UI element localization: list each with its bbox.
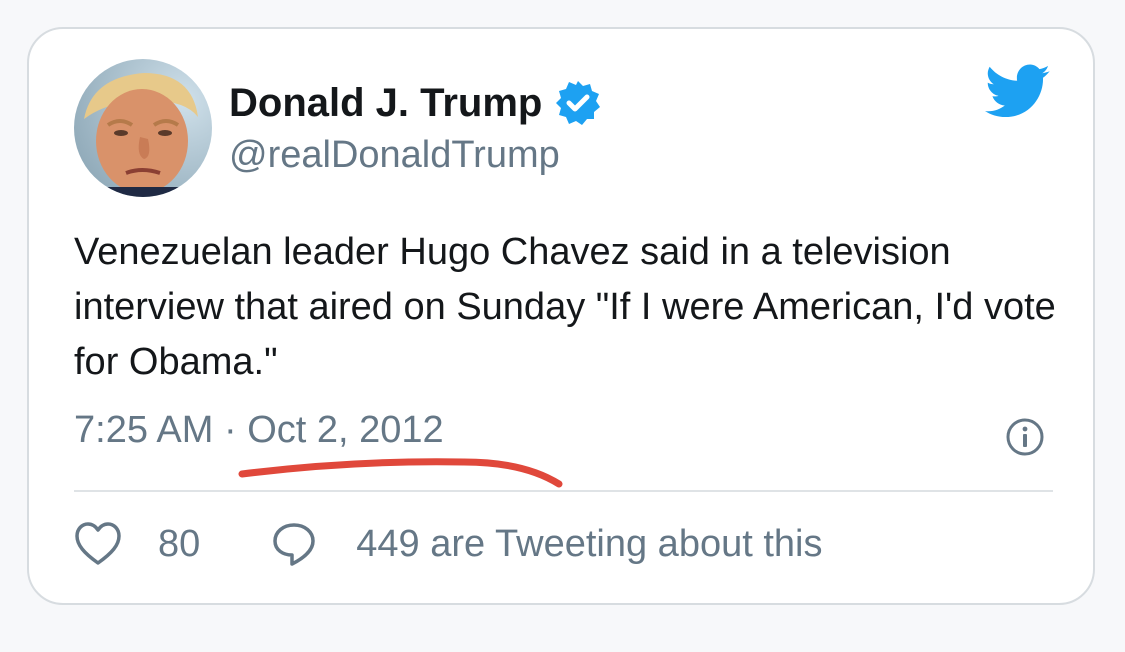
avatar[interactable] — [74, 59, 212, 197]
tweeting-about-link[interactable]: 449 are Tweeting about this — [356, 523, 822, 566]
red-underline-annotation — [234, 454, 574, 494]
tweet-time: 7:25 AM — [74, 409, 214, 451]
tweet-timestamp[interactable]: 7:25 AM · Oct 2, 2012 — [74, 409, 444, 452]
divider — [74, 490, 1053, 492]
timestamp-separator: · — [223, 409, 237, 451]
tweet-date: Oct 2, 2012 — [247, 409, 444, 451]
verified-badge-icon — [554, 79, 602, 127]
tweet-card: Donald J. Trump @realDonaldTrump Venezue… — [27, 27, 1095, 605]
tweet-actions: 80 449 are Tweeting about this — [74, 521, 822, 567]
twitter-bird-icon[interactable] — [985, 63, 1051, 121]
author-name[interactable]: Donald J. Trump — [229, 81, 542, 126]
tweet-text: Venezuelan leader Hugo Chavez said in a … — [74, 231, 1056, 383]
heart-icon[interactable] — [74, 521, 122, 567]
like-count: 80 — [158, 522, 201, 565]
info-icon[interactable] — [1005, 417, 1045, 457]
author-handle[interactable]: @realDonaldTrump — [229, 134, 560, 177]
speech-bubble-icon[interactable] — [270, 521, 318, 567]
author-name-row: Donald J. Trump — [229, 79, 602, 127]
